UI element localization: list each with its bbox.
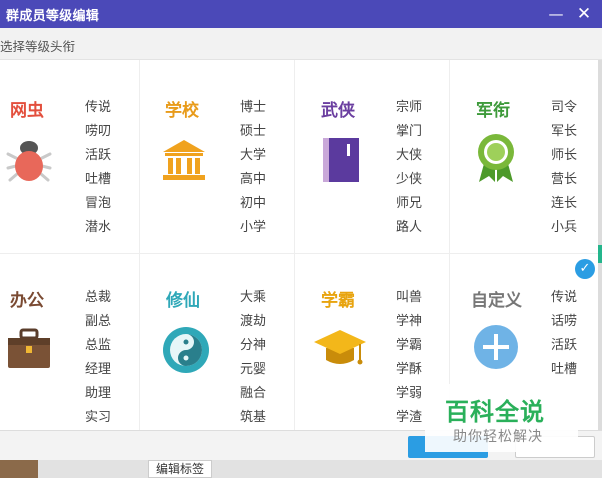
level-title: 军长	[551, 124, 578, 139]
level-title: 初中	[240, 196, 267, 211]
level-title: 分神	[240, 338, 267, 353]
medal-icon	[478, 134, 514, 182]
level-title: 吐槽	[85, 172, 112, 187]
level-title: 总裁	[85, 290, 112, 305]
level-title: 学酥	[396, 362, 423, 377]
level-title: 师兄	[396, 196, 423, 211]
graduation-cap-icon	[314, 330, 366, 365]
school-building-icon	[163, 140, 205, 180]
level-title: 学霸	[396, 338, 423, 353]
minimize-button[interactable]: —	[546, 4, 566, 24]
level-title: 总监	[85, 338, 112, 353]
level-title: 实习	[85, 410, 112, 425]
level-title: 潜水	[85, 220, 112, 235]
category-wangchong[interactable]: 网虫 传说 唠叨 活跃 吐槽 冒泡 潜水	[0, 60, 155, 246]
subtitle-bar: 选择等级头衔	[0, 28, 602, 60]
subtitle-text: 选择等级头衔	[0, 39, 76, 54]
level-title: 融合	[240, 386, 267, 401]
level-title: 营长	[551, 172, 578, 187]
level-title: 宗师	[396, 100, 423, 115]
level-title: 学神	[396, 314, 423, 329]
plus-circle-icon	[474, 325, 518, 369]
category-name: 武侠	[321, 101, 355, 121]
watermark: 百科全说 助你轻松解决	[425, 384, 578, 452]
level-title: 传说	[85, 100, 112, 115]
background-image	[0, 460, 38, 478]
title-bar: 群成员等级编辑 — ✕	[0, 0, 602, 28]
level-title: 师长	[551, 148, 578, 163]
level-title: 活跃	[85, 148, 112, 163]
book-icon	[323, 138, 359, 182]
category-xiuxian[interactable]: 修仙 大乘 渡劫 分神 元婴 融合 筑基	[139, 250, 294, 436]
level-title: 传说	[551, 290, 578, 305]
level-title: 大乘	[240, 290, 267, 305]
briefcase-icon	[8, 328, 50, 368]
bug-icon	[6, 141, 52, 182]
level-title: 小学	[240, 220, 267, 235]
level-title: 吐槽	[551, 362, 578, 377]
level-title: 元婴	[240, 362, 267, 377]
level-title: 助理	[85, 386, 112, 401]
category-xuexiao[interactable]: 学校 博士 硕士 大学 高中 初中 小学	[139, 60, 294, 246]
category-name: 修仙	[166, 291, 200, 311]
category-name: 自定义	[471, 291, 522, 311]
selected-check-icon: ✓	[575, 259, 595, 279]
level-title: 大侠	[396, 148, 423, 163]
category-grid: 网虫 传说 唠叨 活跃 吐槽 冒泡 潜水 学校 博士 硕士 大学 高中 初中 小…	[0, 60, 602, 430]
category-name: 办公	[10, 291, 44, 311]
level-title: 高中	[240, 172, 267, 187]
watermark-main: 百科全说	[445, 398, 545, 426]
level-title: 话唠	[551, 314, 578, 329]
level-title: 副总	[85, 314, 112, 329]
level-title: 司令	[551, 100, 578, 115]
watermark-sub: 助你轻松解决	[453, 429, 543, 445]
window-title: 群成员等级编辑	[6, 9, 100, 24]
level-edit-window: 群成员等级编辑 — ✕ 选择等级头衔 网虫 传说 唠叨 活跃 吐槽 冒泡 潜水 …	[0, 0, 602, 478]
yin-yang-icon	[163, 327, 209, 373]
level-title: 经理	[85, 362, 112, 377]
background-page: 编辑标签	[0, 460, 602, 478]
category-name: 学霸	[321, 291, 355, 311]
level-title: 连长	[551, 196, 578, 211]
level-title: 掌门	[396, 124, 423, 139]
level-title: 活跃	[551, 338, 578, 353]
level-title: 渡劫	[240, 314, 267, 329]
category-name: 学校	[165, 101, 199, 121]
level-title: 唠叨	[85, 124, 112, 139]
level-title: 路人	[396, 220, 423, 235]
side-tab[interactable]	[598, 245, 602, 263]
level-title: 硕士	[240, 124, 267, 139]
level-title: 大学	[240, 148, 267, 163]
edit-tag-button[interactable]: 编辑标签	[148, 460, 212, 478]
category-name: 网虫	[10, 101, 44, 121]
level-title: 筑基	[240, 410, 267, 425]
level-title: 少侠	[396, 172, 423, 187]
level-title: 小兵	[551, 220, 578, 235]
category-name: 军衔	[476, 101, 510, 121]
level-title: 冒泡	[85, 196, 112, 211]
level-title: 博士	[240, 100, 267, 115]
category-junxian[interactable]: 军衔 司令 军长 师长 营长 连长 小兵	[449, 60, 602, 246]
close-button[interactable]: ✕	[574, 4, 594, 24]
level-title: 叫兽	[396, 290, 423, 305]
category-bangong[interactable]: 办公 总裁 副总 总监 经理 助理 实习	[0, 250, 155, 436]
category-wuxia[interactable]: 武侠 宗师 掌门 大侠 少侠 师兄 路人	[294, 60, 449, 246]
